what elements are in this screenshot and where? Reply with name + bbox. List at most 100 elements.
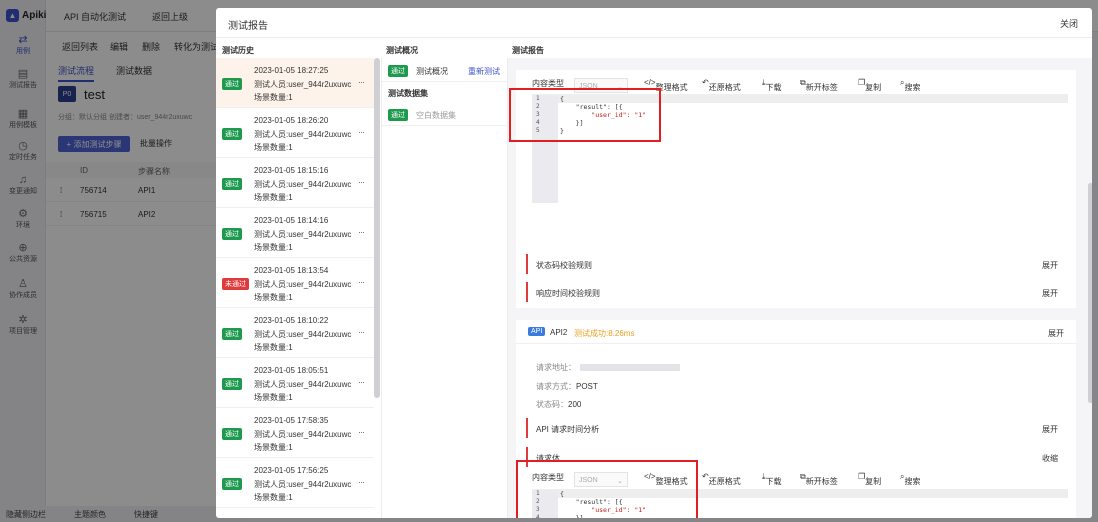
report-heading: 测试报告 bbox=[512, 46, 544, 55]
highlight-box bbox=[516, 460, 698, 518]
overview-label: 测试概况 bbox=[416, 67, 448, 76]
more-icon[interactable]: ··· bbox=[358, 177, 365, 187]
history-count: 场景数量:1 bbox=[254, 443, 293, 452]
expand-button[interactable]: 展开 bbox=[1042, 424, 1058, 435]
expand-button[interactable]: 展开 bbox=[1042, 288, 1058, 299]
history-time: 2023-01-05 18:14:16 bbox=[254, 216, 329, 225]
dataset-group-label: 测试数据集 bbox=[388, 89, 428, 98]
status-code: 状态码：200 bbox=[536, 400, 582, 409]
history-tester: 测试人员:user_944r2uxuwc bbox=[254, 480, 352, 489]
overview-panel: 通过 测试概况 重新测试 测试数据集 通过 空白数据集 bbox=[382, 58, 508, 518]
download-button[interactable]: ⤓ 下载 bbox=[762, 472, 782, 486]
history-item[interactable]: 通过 2023-01-05 17:56:25 测试人员:user_944r2uxuw… bbox=[216, 458, 374, 508]
expand-button[interactable]: 展开 bbox=[1048, 328, 1064, 339]
history-time: 2023-01-05 17:56:25 bbox=[254, 466, 329, 475]
api-tag: API bbox=[528, 327, 546, 336]
new-tab-button[interactable]: ⧉ 新开标签 bbox=[800, 78, 838, 92]
history-tester: 测试人员:user_944r2uxuwc bbox=[254, 80, 352, 89]
history-item[interactable]: 通过 2023-01-05 18:10:22 测试人员:user_944r2uxuw… bbox=[216, 308, 374, 358]
history-time: 2023-01-05 18:15:16 bbox=[254, 166, 329, 175]
history-count: 场景数量:1 bbox=[254, 293, 293, 302]
history-list: 通过 2023-01-05 18:27:25 测试人员:user_944r2uxuw… bbox=[216, 58, 382, 518]
history-item[interactable]: 通过 2023-01-05 18:27:25 测试人员:user_944r2uxuw… bbox=[216, 58, 374, 108]
history-count: 场景数量:1 bbox=[254, 493, 293, 502]
overview-heading: 测试概况 bbox=[386, 46, 418, 55]
status-badge: 通过 bbox=[222, 378, 242, 390]
more-icon[interactable]: ··· bbox=[358, 427, 365, 437]
download-button[interactable]: ⤓ 下载 bbox=[762, 78, 782, 92]
history-count: 场景数量:1 bbox=[254, 243, 293, 252]
report-scrollbar[interactable] bbox=[1088, 183, 1092, 403]
more-icon[interactable]: ··· bbox=[358, 227, 365, 237]
test-report-modal: 测试报告 关闭 测试历史 测试概况 测试报告 通过 2023-01-05 18:2… bbox=[216, 8, 1092, 518]
time-rule-row[interactable]: 响应时间校验规则 展开 bbox=[526, 282, 1066, 302]
history-tester: 测试人员:user_944r2uxuwc bbox=[254, 430, 352, 439]
status-badge: 通过 bbox=[222, 178, 242, 190]
history-time: 2023-01-05 17:58:35 bbox=[254, 416, 329, 425]
history-count: 场景数量:1 bbox=[254, 143, 293, 152]
dataset-row[interactable]: 通过 空白数据集 bbox=[382, 102, 508, 126]
status-badge: 通过 bbox=[222, 328, 242, 340]
history-item[interactable]: 通过 2023-01-05 18:15:16 测试人员:user_944r2uxuw… bbox=[216, 158, 374, 208]
modal-title: 测试报告 bbox=[228, 21, 268, 32]
more-icon[interactable]: ··· bbox=[358, 377, 365, 387]
status-badge: 通过 bbox=[388, 109, 408, 121]
status-badge: 通过 bbox=[222, 128, 242, 140]
history-count: 场景数量:1 bbox=[254, 343, 293, 352]
status-rule-row[interactable]: 状态码校验规则 展开 bbox=[526, 254, 1066, 274]
history-item[interactable]: 通过 2023-01-05 18:14:16 测试人员:user_944r2uxuw… bbox=[216, 208, 374, 258]
history-tester: 测试人员:user_944r2uxuwc bbox=[254, 130, 352, 139]
format-button[interactable]: </> 整理格式 bbox=[644, 78, 688, 92]
copy-button[interactable]: ❐ 复制 bbox=[858, 472, 881, 486]
more-icon[interactable]: ··· bbox=[358, 327, 365, 337]
close-button[interactable]: 关闭 bbox=[1060, 17, 1078, 30]
history-time: 2023-01-05 18:26:20 bbox=[254, 116, 329, 125]
modal-header: 测试报告 关闭 bbox=[216, 8, 1092, 38]
expand-button[interactable]: 展开 bbox=[1042, 260, 1058, 271]
history-time: 2023-01-05 18:10:22 bbox=[254, 316, 329, 325]
request-address: 请求地址： bbox=[536, 362, 680, 373]
history-time: 2023-01-05 18:27:25 bbox=[254, 66, 329, 75]
new-tab-button[interactable]: ⧉ 新开标签 bbox=[800, 472, 838, 486]
search-button[interactable]: ⌕ 搜索 bbox=[900, 78, 920, 92]
more-icon[interactable]: ··· bbox=[358, 77, 365, 87]
history-heading: 测试历史 bbox=[222, 46, 254, 55]
search-button[interactable]: ⌕ 搜索 bbox=[900, 472, 920, 486]
history-tester: 测试人员:user_944r2uxuwc bbox=[254, 280, 352, 289]
copy-button[interactable]: ❐ 复制 bbox=[858, 78, 881, 92]
api-card-header[interactable]: API API2 测试成功:8.26ms 展开 bbox=[516, 320, 1076, 344]
history-time: 2023-01-05 18:13:54 bbox=[254, 266, 329, 275]
status-badge: 通过 bbox=[222, 228, 242, 240]
status-badge: 未通过 bbox=[222, 278, 249, 290]
status-badge: 通过 bbox=[222, 478, 242, 490]
history-item[interactable]: 未通过 2023-01-05 18:13:54 测试人员:user_944r2uxu… bbox=[216, 258, 374, 308]
history-count: 场景数量:1 bbox=[254, 193, 293, 202]
overview-row[interactable]: 通过 测试概况 重新测试 bbox=[382, 58, 508, 82]
history-tester: 测试人员:user_944r2uxuwc bbox=[254, 380, 352, 389]
history-time: 2023-01-05 18:05:51 bbox=[254, 366, 329, 375]
history-count: 场景数量:1 bbox=[254, 93, 293, 102]
api-result: 测试成功:8.26ms bbox=[574, 329, 635, 338]
more-icon[interactable]: ··· bbox=[358, 277, 365, 287]
history-item[interactable]: 通过 2023-01-05 18:05:51 测试人员:user_944r2uxuw… bbox=[216, 358, 374, 408]
collapse-button[interactable]: 收缩 bbox=[1042, 453, 1058, 464]
status-badge: 通过 bbox=[222, 78, 242, 90]
api-name: API2 bbox=[550, 328, 568, 337]
blurred-url bbox=[580, 364, 680, 372]
more-icon[interactable]: ··· bbox=[358, 477, 365, 487]
status-badge: 通过 bbox=[388, 65, 408, 77]
restore-button[interactable]: ↶ 还原格式 bbox=[702, 78, 741, 92]
history-tester: 测试人员:user_944r2uxuwc bbox=[254, 330, 352, 339]
restore-button[interactable]: ↶ 还原格式 bbox=[702, 472, 741, 486]
history-tester: 测试人员:user_944r2uxuwc bbox=[254, 230, 352, 239]
highlight-box bbox=[509, 88, 661, 142]
status-badge: 通过 bbox=[222, 428, 242, 440]
more-icon[interactable]: ··· bbox=[358, 127, 365, 137]
history-item[interactable]: 通过 2023-01-05 17:58:35 测试人员:user_944r2uxuw… bbox=[216, 408, 374, 458]
history-item[interactable]: 通过 2023-01-05 18:26:20 测试人员:user_944r2uxuw… bbox=[216, 108, 374, 158]
time-analysis-row[interactable]: API 请求时间分析 展开 bbox=[526, 418, 1066, 438]
retest-link[interactable]: 重新测试 bbox=[468, 66, 500, 77]
history-scrollbar[interactable] bbox=[374, 58, 380, 398]
request-method: 请求方式：POST bbox=[536, 382, 598, 391]
history-tester: 测试人员:user_944r2uxuwc bbox=[254, 180, 352, 189]
